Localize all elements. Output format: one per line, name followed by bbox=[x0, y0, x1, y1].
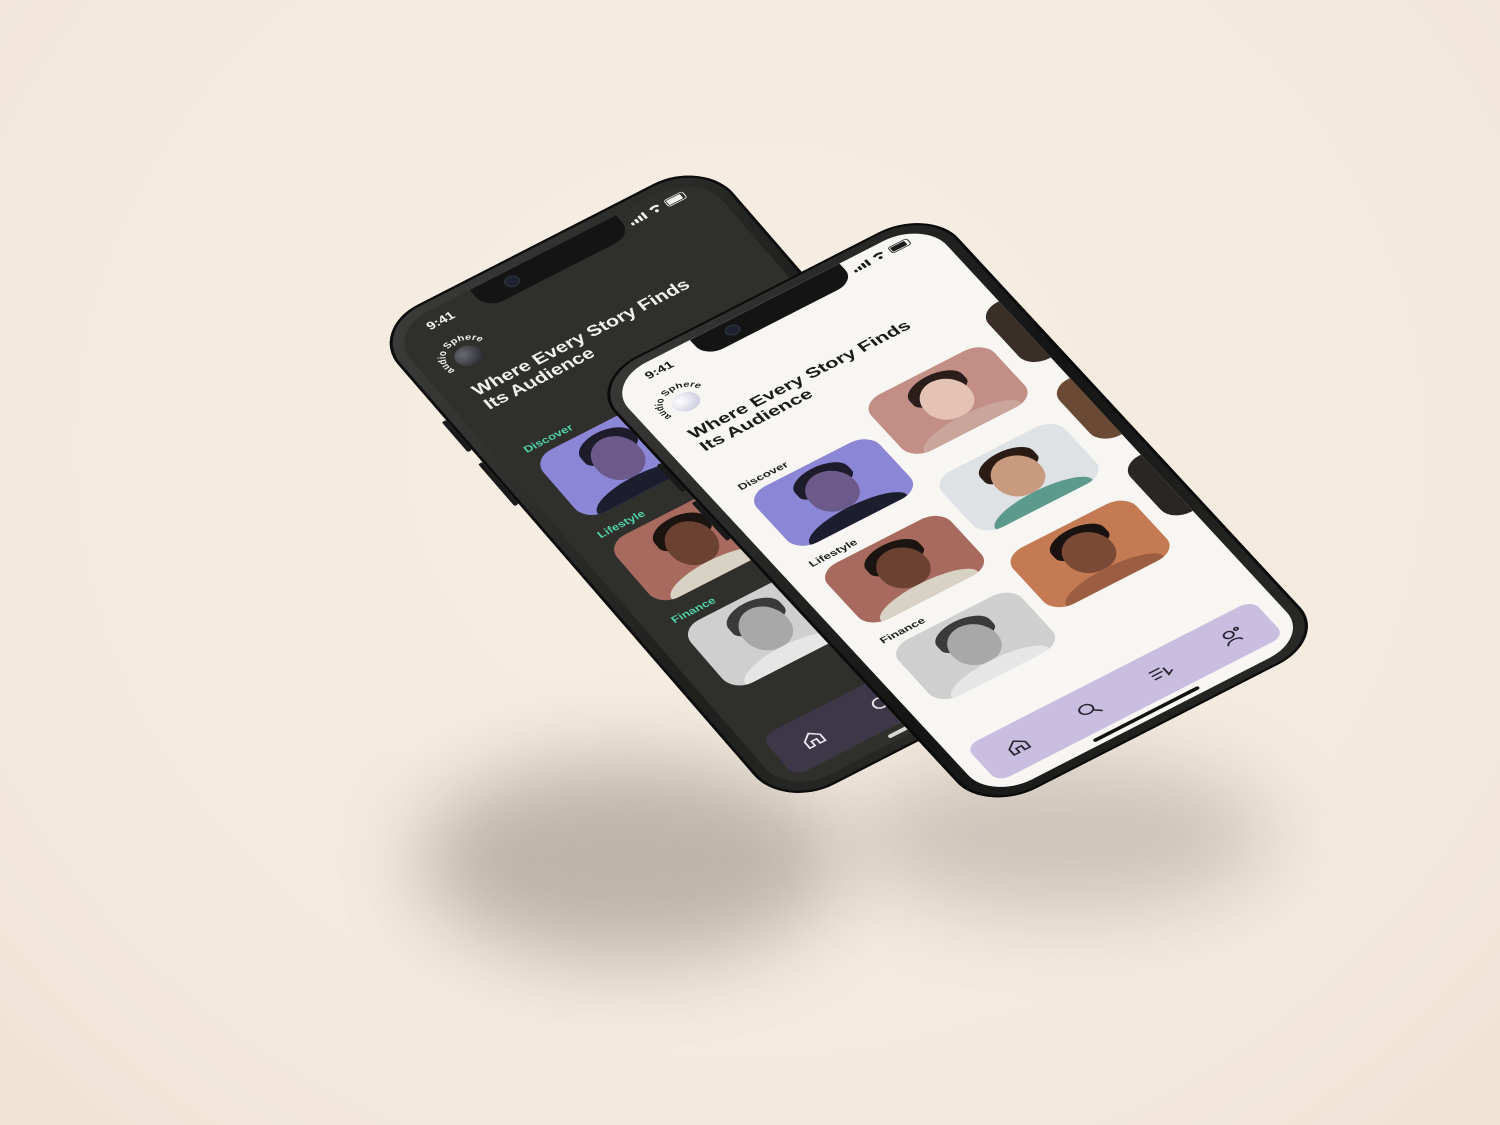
battery-icon bbox=[663, 191, 688, 208]
home-icon[interactable] bbox=[782, 716, 843, 762]
playlist-icon[interactable] bbox=[1131, 651, 1192, 695]
wifi-icon bbox=[870, 250, 888, 262]
profile-settings-icon[interactable] bbox=[1202, 614, 1263, 658]
signal-icon bbox=[627, 211, 649, 226]
signal-icon bbox=[851, 259, 872, 273]
search-icon[interactable] bbox=[1059, 688, 1120, 732]
status-time: 9:41 bbox=[423, 309, 459, 333]
wifi-icon bbox=[647, 203, 665, 216]
notch bbox=[469, 215, 633, 310]
camera-icon bbox=[503, 275, 521, 288]
home-icon[interactable] bbox=[987, 724, 1048, 768]
camera-icon bbox=[724, 324, 741, 337]
battery-icon bbox=[887, 238, 912, 254]
status-time: 9:41 bbox=[642, 358, 677, 382]
light-phone-shadow bbox=[850, 760, 1270, 910]
